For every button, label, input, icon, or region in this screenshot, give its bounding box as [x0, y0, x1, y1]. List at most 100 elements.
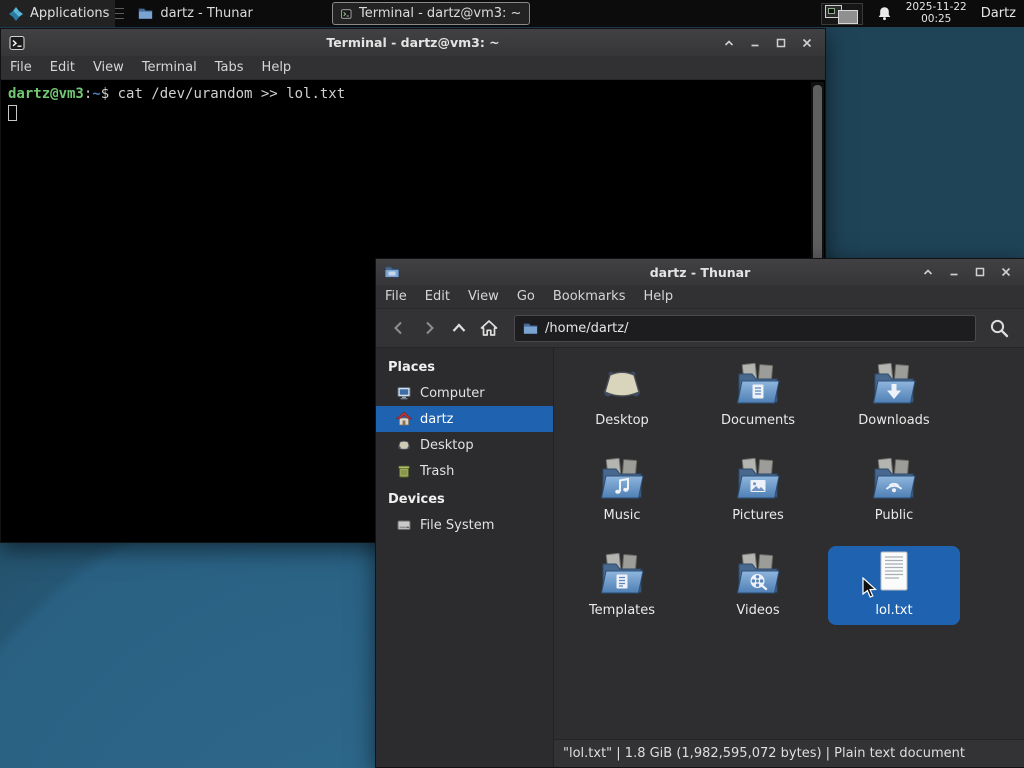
prompt-path: ~ — [92, 86, 101, 102]
maximize-button[interactable] — [970, 263, 990, 281]
folder-icon — [523, 322, 538, 334]
menu-go[interactable]: Go — [508, 286, 544, 307]
menu-help[interactable]: Help — [634, 286, 682, 307]
prompt-dollar: $ — [100, 86, 118, 102]
applications-menu-button[interactable]: Applications — [0, 0, 116, 27]
menu-edit[interactable]: Edit — [41, 57, 84, 78]
templates-folder-icon — [600, 552, 644, 594]
file-item-pictures[interactable]: Pictures — [692, 451, 824, 530]
sidebar-item-desktop[interactable]: Desktop — [376, 432, 553, 458]
file-label: Music — [603, 508, 641, 523]
up-button[interactable] — [446, 315, 472, 341]
file-item-desktop[interactable]: Desktop — [556, 356, 688, 435]
places-header: Places — [388, 360, 436, 375]
menu-view[interactable]: View — [459, 286, 508, 307]
file-label: Templates — [588, 603, 656, 618]
desktop-icon — [604, 371, 640, 397]
tasklist-handle[interactable] — [115, 8, 125, 19]
file-label: lol.txt — [875, 603, 913, 618]
minimize-button[interactable] — [944, 263, 964, 281]
menu-edit[interactable]: Edit — [416, 286, 459, 307]
sidebar-item-computer[interactable]: Computer — [376, 380, 553, 406]
terminal-titlebar[interactable]: Terminal - dartz@vm3: ~ — [1, 29, 825, 56]
workspace-pager[interactable] — [820, 2, 863, 25]
pictures-folder-icon — [736, 457, 780, 499]
thunar-statusbar: "lol.txt" | 1.8 GiB (1,982,595,072 bytes… — [554, 739, 1024, 767]
shade-button[interactable] — [918, 263, 938, 281]
distro-logo-icon — [9, 6, 23, 21]
menu-file[interactable]: File — [376, 286, 416, 307]
notification-bell-icon[interactable] — [877, 6, 892, 21]
file-label: Documents — [720, 413, 796, 428]
file-item-documents[interactable]: Documents — [692, 356, 824, 435]
music-folder-icon — [600, 457, 644, 499]
panel-tray: 2025-11-22 00:25 Dartz — [820, 0, 1024, 27]
file-item-loltxt[interactable]: lol.txt — [828, 546, 960, 625]
panel-clock[interactable]: 2025-11-22 00:25 — [905, 1, 967, 25]
menu-file[interactable]: File — [1, 57, 41, 78]
home-icon — [396, 411, 412, 426]
search-button[interactable] — [984, 314, 1014, 342]
terminal-window-title: Terminal - dartz@vm3: ~ — [326, 35, 500, 50]
thunar-toolbar: /home/dartz/ — [376, 309, 1024, 348]
text-file-icon — [880, 551, 908, 591]
shade-button[interactable] — [719, 34, 739, 52]
menu-tabs[interactable]: Tabs — [206, 57, 253, 78]
menu-terminal[interactable]: Terminal — [133, 57, 206, 78]
thunar-titlebar[interactable]: dartz - Thunar — [376, 259, 1024, 285]
trash-icon — [398, 465, 410, 478]
file-item-templates[interactable]: Templates — [556, 546, 688, 625]
thunar-sidebar: Places Computer dartz Desktop Trash Devi… — [376, 348, 554, 767]
top-panel: Applications dartz - Thunar Terminal - d… — [0, 0, 1024, 27]
taskbar-button-terminal[interactable]: Terminal - dartz@vm3: ~ — [332, 2, 531, 25]
terminal-command: cat /dev/urandom >> lol.txt — [117, 86, 346, 102]
status-text: "lol.txt" | 1.8 GiB (1,982,595,072 bytes… — [563, 746, 965, 761]
forward-button[interactable] — [416, 315, 442, 341]
file-view[interactable]: Desktop Documents Downloads Music Pictur… — [554, 348, 1024, 739]
videos-folder-icon — [736, 552, 780, 594]
sidebar-item-label: Computer — [420, 385, 485, 401]
maximize-button[interactable] — [771, 34, 791, 52]
file-item-downloads[interactable]: Downloads — [828, 356, 960, 435]
sidebar-item-home[interactable]: dartz — [376, 406, 553, 432]
pager-mini-window-thunar — [837, 9, 858, 24]
file-label: Desktop — [595, 413, 649, 428]
sidebar-item-trash[interactable]: Trash — [376, 458, 553, 484]
taskbar-button-label: Terminal - dartz@vm3: ~ — [359, 6, 522, 21]
sidebar-item-label: File System — [420, 517, 495, 533]
back-button[interactable] — [386, 315, 412, 341]
terminal-icon — [9, 35, 25, 50]
sidebar-item-label: Desktop — [420, 437, 474, 453]
harddrive-icon — [397, 520, 411, 530]
clock-date: 2025-11-22 — [905, 1, 967, 13]
file-manager-icon — [385, 266, 399, 278]
location-bar[interactable]: /home/dartz/ — [514, 314, 976, 342]
close-button[interactable] — [797, 34, 817, 52]
close-button[interactable] — [996, 263, 1016, 281]
home-button[interactable] — [476, 315, 502, 341]
file-label: Downloads — [858, 413, 930, 428]
clock-time: 00:25 — [921, 12, 952, 25]
desktop-icon — [397, 440, 411, 450]
location-path: /home/dartz/ — [545, 320, 629, 336]
taskbar-button-thunar[interactable]: dartz - Thunar — [130, 2, 328, 25]
terminal-prompt-line: dartz@vm3:~$ cat /dev/urandom >> lol.txt — [8, 85, 818, 104]
documents-folder-icon — [736, 362, 780, 404]
file-label: Pictures — [732, 508, 784, 523]
thunar-menubar: File Edit View Go Bookmarks Help — [376, 285, 1024, 309]
sidebar-item-label: Trash — [420, 463, 455, 479]
file-item-videos[interactable]: Videos — [692, 546, 824, 625]
folder-icon — [139, 8, 153, 19]
menu-bookmarks[interactable]: Bookmarks — [544, 286, 635, 307]
prompt-user-host: dartz@vm3 — [8, 86, 84, 102]
file-item-music[interactable]: Music — [556, 451, 688, 530]
minimize-button[interactable] — [745, 34, 765, 52]
menu-view[interactable]: View — [84, 57, 133, 78]
sidebar-item-filesystem[interactable]: File System — [376, 512, 553, 538]
downloads-folder-icon — [872, 362, 916, 404]
search-icon — [990, 319, 1008, 337]
menu-help[interactable]: Help — [253, 57, 301, 78]
file-item-public[interactable]: Public — [828, 451, 960, 530]
user-menu[interactable]: Dartz — [981, 6, 1016, 21]
computer-icon — [397, 387, 411, 400]
